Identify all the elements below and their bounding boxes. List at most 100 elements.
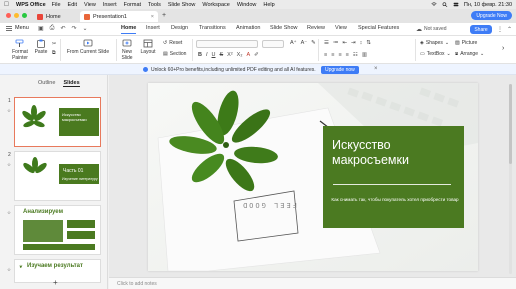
menubar-item-help[interactable]: Help [263, 2, 274, 8]
from-current-slide-button[interactable]: From Current Slide [64, 39, 112, 55]
new-tab-icon[interactable]: + [162, 12, 166, 19]
menubar-item-insert[interactable]: Insert [103, 2, 117, 8]
decrease-indent-icon[interactable]: ⇤ [342, 40, 347, 46]
notes-pane[interactable]: Click to add notes [109, 277, 516, 289]
tab-animation[interactable]: Animation [236, 25, 260, 31]
strikethrough-icon[interactable]: S [220, 52, 224, 58]
slide-subtitle[interactable]: Как снимать так, чтобы покупатель хотел … [330, 197, 460, 203]
forest-image [23, 220, 63, 242]
menubar-item-format[interactable]: Format [124, 2, 141, 8]
menu-button[interactable]: Menu [6, 25, 29, 31]
increase-indent-icon[interactable]: ⇥ [351, 40, 356, 46]
vertical-scrollbar[interactable] [509, 84, 512, 274]
underline-icon[interactable]: U [212, 52, 216, 58]
more-options-icon[interactable]: ⋮ [497, 26, 503, 33]
slide-thumbnail-2[interactable]: Часть 01 Изучение литературу [14, 151, 101, 201]
menubar-item-slide-show[interactable]: Slide Show [168, 2, 196, 8]
section-button[interactable]: ▤ Section [163, 51, 186, 57]
font-name-select[interactable] [196, 40, 258, 48]
italic-icon[interactable]: I [206, 52, 208, 58]
slide-thumbnail-1[interactable]: Искусство макросъемки [14, 97, 101, 147]
apple-icon[interactable]:  [4, 1, 12, 8]
minimize-window-button[interactable] [14, 13, 19, 18]
tab-review[interactable]: Review [307, 25, 325, 31]
print-icon[interactable]: ⎙ [50, 25, 55, 32]
bullets-icon[interactable]: ☰ [324, 40, 329, 46]
tab-slide-show[interactable]: Slide Show [270, 25, 298, 31]
bold-icon[interactable]: B [198, 52, 202, 58]
slide-thumbnail-3[interactable]: Анализируем [14, 205, 101, 255]
zoom-window-button[interactable] [22, 13, 27, 18]
wifi-icon[interactable] [431, 2, 437, 7]
text-direction-icon[interactable]: ⇅ [366, 40, 371, 46]
tab-insert[interactable]: Insert [146, 25, 160, 31]
save-icon[interactable]: ▣ [38, 25, 44, 32]
control-center-icon[interactable] [453, 2, 459, 7]
upgrade-notification-bar: Unlock 60+Pro benefits,including unlimit… [0, 64, 516, 75]
ribbon-scroll-right-icon[interactable]: › [502, 45, 504, 52]
distribute-icon[interactable]: ☷ [353, 52, 358, 58]
redo-icon[interactable]: ↷ [72, 25, 77, 32]
subscript-icon[interactable]: X₂ [237, 52, 243, 58]
align-right-icon[interactable]: ≡ [338, 52, 341, 58]
tab-outline[interactable]: Outline [38, 80, 55, 87]
tab-transitions[interactable]: Transitions [199, 25, 226, 31]
textbox-button[interactable]: ▭ TextBox ⌄ [420, 51, 451, 57]
columns-icon[interactable]: ▥ [362, 52, 367, 58]
animation-star-icon: ☆ [7, 108, 12, 113]
clear-format-icon[interactable]: ✎ [311, 40, 316, 46]
menubar-item-file[interactable]: File [52, 2, 61, 8]
menubar-item-window[interactable]: Window [237, 2, 257, 8]
align-left-icon[interactable]: ≡ [324, 52, 327, 58]
cloud-sync-icon[interactable]: ☁ [416, 26, 422, 33]
reset-button[interactable]: ↺ Reset [163, 40, 182, 46]
close-window-button[interactable] [6, 13, 11, 18]
picture-button[interactable]: ▨ Picture [455, 40, 477, 46]
tab-home[interactable]: Home [33, 11, 77, 22]
highlight-icon[interactable]: ✐ [254, 52, 259, 58]
collapse-ribbon-icon[interactable]: ⌃ [507, 26, 512, 33]
format-painter-button[interactable]: Format Painter [8, 39, 32, 61]
paste-button[interactable]: Paste [30, 39, 52, 55]
justify-icon[interactable]: ≡ [346, 52, 349, 58]
share-button[interactable]: Share [470, 25, 492, 34]
copy-icon[interactable]: ⧉ [52, 50, 56, 56]
tab-design[interactable]: Design [171, 25, 188, 31]
tab-home-ribbon[interactable]: Home [121, 25, 137, 34]
numbering-icon[interactable]: ≔ [333, 40, 339, 46]
tab-special-features[interactable]: Special Features [358, 25, 399, 31]
menubar-clock[interactable]: Пн, 10 февр. 21:30 [464, 2, 512, 8]
scrollbar-thumb[interactable] [509, 84, 512, 164]
menubar-item-tools[interactable]: Tools [148, 2, 161, 8]
search-icon[interactable] [442, 2, 448, 7]
slide-thumbnail-title: Искусство макросъемки [62, 112, 87, 122]
font-color-icon[interactable]: A [246, 52, 250, 58]
menubar-app-name[interactable]: WPS Office [16, 2, 46, 8]
line-spacing-icon[interactable]: ↕ [360, 40, 363, 46]
menubar-item-view[interactable]: View [84, 2, 96, 8]
slide-title[interactable]: Искусство макросъемки [332, 138, 442, 168]
increase-font-icon[interactable]: A⁺ [290, 40, 297, 46]
cut-icon[interactable]: ✂ [52, 41, 56, 47]
layout-button[interactable]: Layout [139, 39, 157, 55]
menubar-item-edit[interactable]: Edit [68, 2, 77, 8]
add-slide-icon[interactable]: + [53, 278, 58, 287]
arrange-button[interactable]: ⧈ Arrange ⌄ [455, 51, 484, 57]
undo-icon[interactable]: ↶ [60, 25, 65, 32]
ribbon-toolbar: Format Painter Paste ✂ ⧉ From Current Sl… [0, 36, 516, 64]
shapes-button[interactable]: ◈ Shapes ⌄ [420, 40, 449, 46]
close-tab-icon[interactable]: × [151, 14, 154, 20]
new-slide-button[interactable]: New Slide [118, 39, 136, 61]
tab-view[interactable]: View [335, 25, 347, 31]
upgrade-now-button[interactable]: Upgrade Now [471, 11, 512, 20]
align-center-icon[interactable]: ≡ [331, 52, 334, 58]
close-notification-icon[interactable]: × [374, 66, 378, 72]
menubar-item-workspace[interactable]: Workspace [202, 2, 229, 8]
tab-presentation1[interactable]: Presentation1 × [80, 11, 158, 22]
more-icon[interactable]: ⌄ [83, 25, 88, 32]
superscript-icon[interactable]: X² [227, 52, 233, 58]
decrease-font-icon[interactable]: A⁻ [301, 40, 308, 46]
upgrade-now-notification-button[interactable]: Upgrade now [321, 66, 359, 74]
tab-slides[interactable]: Slides [63, 80, 80, 87]
font-size-select[interactable] [262, 40, 284, 48]
